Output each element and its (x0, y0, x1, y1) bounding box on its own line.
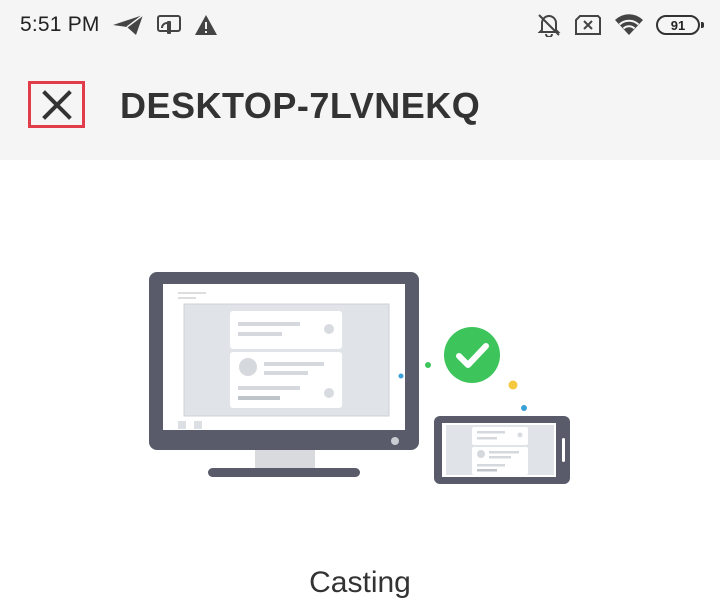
dot-green (425, 362, 431, 368)
close-icon (41, 89, 72, 120)
phone-icon (434, 416, 570, 484)
send-icon (112, 14, 144, 36)
no-sim-icon (574, 14, 602, 36)
wifi-icon (614, 13, 644, 37)
status-bar: 5:51 PM 91 (0, 0, 720, 50)
alarm-off-icon (536, 13, 562, 37)
battery-icon: 91 (656, 15, 704, 35)
page-title: DESKTOP-7LVNEKQ (120, 85, 481, 126)
monitor-icon (149, 272, 419, 477)
checkmark-icon (444, 327, 500, 383)
status-time: 5:51 PM (20, 13, 100, 36)
dot-blue (398, 373, 404, 379)
status-left: 5:51 PM (20, 13, 218, 37)
dot-blue-2 (521, 405, 527, 411)
status-right: 91 (536, 13, 704, 37)
casting-illustration (149, 272, 570, 484)
casting-status: Casting (309, 566, 411, 599)
close-button[interactable] (28, 81, 85, 128)
dot-yellow (508, 380, 518, 390)
warning-icon (194, 14, 218, 36)
cast-icon (156, 14, 182, 36)
